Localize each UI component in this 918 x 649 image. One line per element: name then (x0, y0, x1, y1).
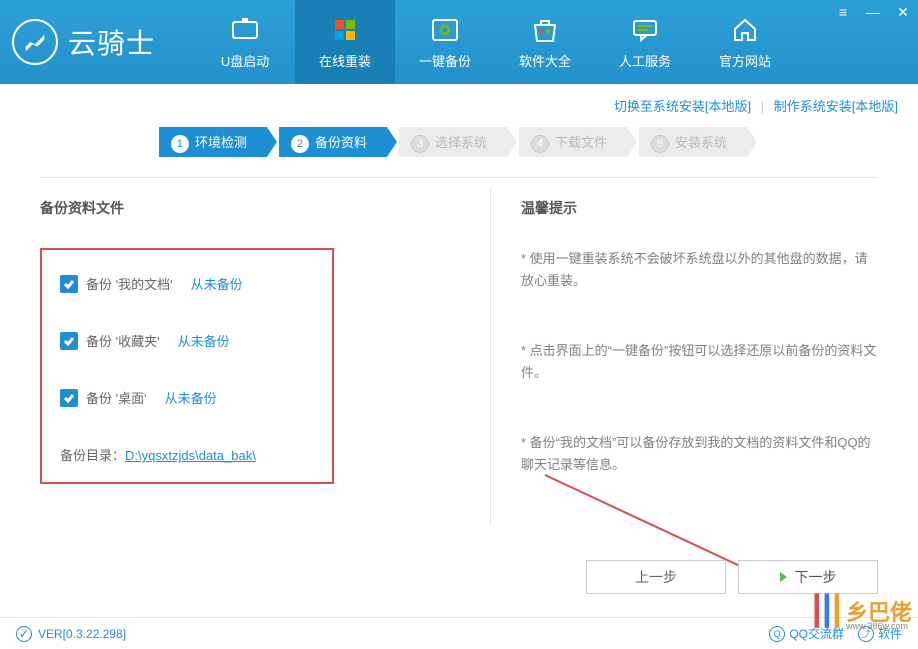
sub-links: 切换至系统安装[本地版] | 制作系统安装[本地版] (0, 84, 918, 121)
backup-title: 备份资料文件 (40, 198, 460, 218)
backup-item-documents: 备份 '我的文档' 从未备份 (60, 274, 314, 293)
chat-icon (627, 15, 663, 45)
logo-icon (12, 19, 58, 65)
usb-icon (227, 15, 263, 45)
main-nav: U盘启动 在线重装 一键备份 软件大全 人工服务 (195, 0, 795, 84)
prev-button[interactable]: 上一步 (586, 560, 726, 594)
tips-title: 温馨提示 (521, 198, 878, 218)
step-5: 5安装系统 (639, 127, 747, 157)
tips-panel: 温馨提示 * 使用一键重装系统不会破坏系统盘以外的其他盘的数据，请放心重装。 *… (521, 198, 878, 525)
nav-usb-boot[interactable]: U盘启动 (195, 0, 295, 84)
nav-website[interactable]: 官方网站 (695, 0, 795, 84)
checkbox-desktop[interactable] (60, 389, 78, 407)
menu-icon[interactable]: ≡ (836, 4, 850, 21)
windows-icon (327, 15, 363, 45)
link-switch-local[interactable]: 切换至系统安装[本地版] (614, 99, 751, 114)
main-content: 备份资料文件 备份 '我的文档' 从未备份 备份 '收藏夹' 从未备份 备份 '… (0, 178, 918, 535)
backup-panel: 备份资料文件 备份 '我的文档' 从未备份 备份 '收藏夹' 从未备份 备份 '… (40, 198, 460, 525)
step-3: 3选择系统 (399, 127, 507, 157)
nav-software[interactable]: 软件大全 (495, 0, 595, 84)
minimize-button[interactable]: — (866, 4, 880, 21)
step-2: 2备份资料 (279, 127, 387, 157)
status-documents[interactable]: 从未备份 (191, 274, 243, 293)
version-link[interactable]: ✓ VER[0.3.22.298] (16, 626, 126, 642)
status-favorites[interactable]: 从未备份 (178, 331, 230, 350)
tip-3: * 备份“我的文档”可以备份存放到我的文档的资料文件和QQ的聊天记录等信息。 (521, 432, 878, 476)
nav-online-reinstall[interactable]: 在线重装 (295, 0, 395, 84)
footer: ✓ VER[0.3.22.298] Q QQ交流群 ⤴ 软件 (0, 617, 918, 649)
status-desktop[interactable]: 从未备份 (165, 388, 217, 407)
vertical-separator (490, 188, 491, 525)
qq-icon: Q (769, 626, 785, 642)
header-bar: 云骑士 U盘启动 在线重装 一键备份 软件大全 (0, 0, 918, 84)
qq-group-link[interactable]: Q QQ交流群 (769, 625, 844, 642)
next-button[interactable]: 下一步 (738, 560, 878, 594)
checkbox-favorites[interactable] (60, 332, 78, 350)
checkbox-documents[interactable] (60, 275, 78, 293)
backup-box: 备份 '我的文档' 从未备份 备份 '收藏夹' 从未备份 备份 '桌面' 从未备… (40, 248, 334, 484)
home-icon (727, 15, 763, 45)
step-indicator: 1环境检测 2备份资料 3选择系统 4下载文件 5安装系统 (0, 121, 918, 177)
close-button[interactable]: ✕ (896, 4, 910, 21)
backup-path-row: 备份目录：D:\yqsxtzjds\data_bak\ (60, 445, 314, 464)
step-1: 1环境检测 (159, 127, 267, 157)
refresh-icon (427, 15, 463, 45)
bag-icon (527, 15, 563, 45)
step-4: 4下载文件 (519, 127, 627, 157)
logo-area: 云骑士 (12, 19, 155, 65)
check-icon: ✓ (16, 626, 32, 642)
nav-support[interactable]: 人工服务 (595, 0, 695, 84)
backup-item-desktop: 备份 '桌面' 从未备份 (60, 388, 314, 407)
play-icon (780, 572, 787, 582)
link-make-local[interactable]: 制作系统安装[本地版] (774, 99, 898, 114)
backup-path-link[interactable]: D:\yqsxtzjds\data_bak\ (125, 448, 256, 463)
nav-backup[interactable]: 一键备份 (395, 0, 495, 84)
tip-1: * 使用一键重装系统不会破坏系统盘以外的其他盘的数据，请放心重装。 (521, 248, 878, 292)
tip-2: * 点击界面上的“一键备份”按钮可以选择还原以前备份的资料文件。 (521, 340, 878, 384)
watermark-url: www.386w.com (846, 621, 908, 631)
logo-text: 云骑士 (68, 22, 155, 62)
action-buttons: 上一步 下一步 (586, 560, 878, 594)
window-controls: ≡ — ✕ (836, 4, 910, 21)
backup-item-favorites: 备份 '收藏夹' 从未备份 (60, 331, 314, 350)
